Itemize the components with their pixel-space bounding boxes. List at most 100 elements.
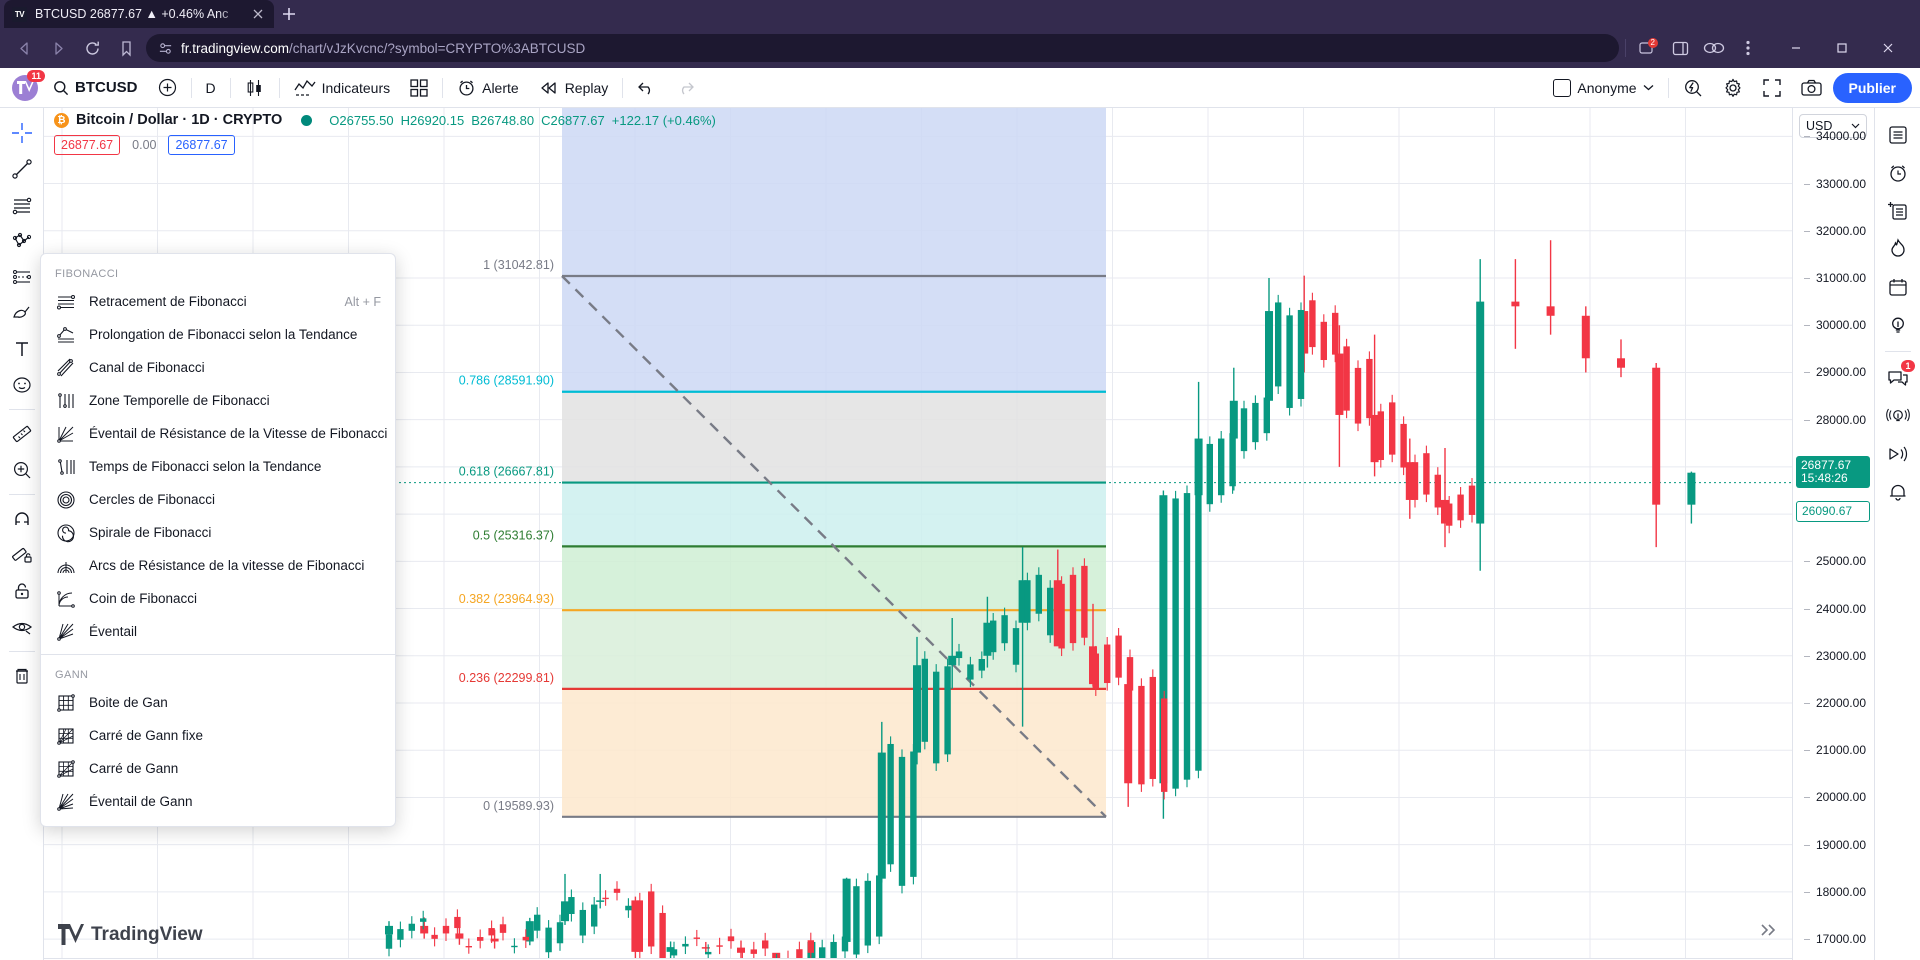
- price-pill-high[interactable]: 26877.67: [168, 135, 235, 155]
- grid-icon: [410, 78, 428, 97]
- menu-item-fib-circles[interactable]: Cercles de Fibonacci: [41, 483, 395, 516]
- minimize-button[interactable]: [1774, 33, 1818, 63]
- menu-item-fib-retracement[interactable]: Retracement de Fibonacci Alt + F: [41, 285, 395, 318]
- indicators-icon: [294, 78, 316, 98]
- alert-button[interactable]: Alerte: [448, 73, 528, 103]
- publish-button[interactable]: Publier: [1832, 72, 1912, 103]
- browser-menu-icon[interactable]: [1734, 34, 1762, 62]
- close-window-button[interactable]: [1866, 33, 1910, 63]
- address-bar[interactable]: fr.tradingview.com/chart/vJzKvcnc/?symbo…: [146, 34, 1619, 62]
- interval-button[interactable]: D: [197, 73, 225, 103]
- tradingview-logo-button[interactable]: 11: [8, 69, 45, 105]
- bookmark-sidebar-icon[interactable]: [112, 34, 140, 62]
- emoji-icon[interactable]: [5, 368, 39, 402]
- menu-item-fib-trend-extension[interactable]: Prolongation de Fibonacci selon la Tenda…: [41, 318, 395, 351]
- menu-item-fib-channel[interactable]: Canal de Fibonacci: [41, 351, 395, 384]
- measure-ruler-icon[interactable]: [5, 417, 39, 451]
- trend-line-icon[interactable]: [5, 152, 39, 186]
- ideas-stream-icon[interactable]: [1881, 399, 1915, 433]
- price-tick: 33000.00: [1803, 176, 1866, 191]
- sidebar-toggle-icon[interactable]: [1666, 34, 1694, 62]
- price-scale[interactable]: USD 34000.00 33000.00 32000.00 31000.00 3000…: [1792, 108, 1874, 960]
- last-price-time: 15:48:26: [1801, 470, 1848, 485]
- layout-selector-button[interactable]: Anonyme: [1544, 73, 1662, 103]
- undo-button[interactable]: [628, 73, 665, 103]
- menu-item-label: Spirale de Fibonacci: [89, 525, 212, 540]
- fibonacci-tools-menu[interactable]: FIBONACCI Retracement de Fibonacci Alt + F…: [40, 253, 396, 827]
- alerts-clock-icon[interactable]: [1881, 156, 1915, 190]
- quick-search-button[interactable]: [1674, 73, 1712, 103]
- menu-item-fib-trend-time[interactable]: Temps de Fibonacci selon la Tendance: [41, 450, 395, 483]
- new-tab-button[interactable]: [274, 0, 304, 28]
- gann-box-icon: [55, 692, 77, 714]
- hotlist-flame-icon[interactable]: [1881, 232, 1915, 266]
- menu-item-gann-fan[interactable]: Éventail de Gann: [41, 785, 395, 818]
- indicators-button[interactable]: Indicateurs: [285, 73, 399, 103]
- notifications-bell-icon[interactable]: [1881, 475, 1915, 509]
- browser-tab[interactable]: TV BTCUSD 26877.67 ▲ +0.46% Anc: [4, 0, 274, 28]
- reload-icon[interactable]: [78, 34, 106, 62]
- camera-icon: [1800, 79, 1822, 96]
- menu-item-fib-time-zone[interactable]: Zone Temporelle de Fibonacci: [41, 384, 395, 417]
- menu-item-gann-square-fixed[interactable]: Carré de Gann fixe: [41, 719, 395, 752]
- symbol-search-button[interactable]: BTCUSD: [44, 73, 147, 103]
- ideas-lamp-icon[interactable]: [1881, 308, 1915, 342]
- last-price-badge: 26877.67 15:48:26: [1796, 455, 1870, 488]
- last-price-value: 26877.67: [1801, 457, 1852, 472]
- maximize-button[interactable]: [1820, 33, 1864, 63]
- cross-cursor-icon[interactable]: [5, 116, 39, 150]
- calendar-icon[interactable]: [1881, 270, 1915, 304]
- data-window-icon[interactable]: [1881, 194, 1915, 228]
- zoom-in-icon[interactable]: [5, 453, 39, 487]
- redo-button[interactable]: [667, 73, 704, 103]
- menu-item-label: Retracement de Fibonacci: [89, 294, 247, 309]
- site-permissions-icon[interactable]: [158, 41, 173, 56]
- expand-pane-icon[interactable]: [1756, 917, 1782, 943]
- chat-icon[interactable]: 1: [1881, 360, 1915, 395]
- text-icon[interactable]: [5, 332, 39, 366]
- forward-icon[interactable]: [44, 34, 72, 62]
- menu-item-label: Coin de Fibonacci: [89, 591, 198, 606]
- tab-strip: TV BTCUSD 26877.67 ▲ +0.46% Anc: [0, 0, 1920, 28]
- menu-item-fib-wedge[interactable]: Coin de Fibonacci: [41, 582, 395, 615]
- menu-item-fib-speed-resistance-arcs[interactable]: Arcs de Résistance de la vitesse de Fibo…: [41, 549, 395, 582]
- drawing-mode-icon[interactable]: [5, 538, 39, 572]
- snapshot-button[interactable]: [1792, 73, 1831, 103]
- replay-button[interactable]: Replay: [530, 73, 618, 103]
- alert-label: Alerte: [482, 79, 519, 96]
- chart-settings-button[interactable]: [1714, 73, 1752, 103]
- pitchfan-icon: [55, 621, 77, 643]
- price-tick: 23000.00: [1803, 648, 1866, 663]
- url-text: fr.tradingview.com/chart/vJzKvcnc/?symbo…: [181, 41, 585, 56]
- watchlist-icon[interactable]: [1881, 118, 1915, 152]
- magnet-icon[interactable]: [5, 502, 39, 536]
- close-icon[interactable]: [250, 6, 266, 22]
- add-symbol-button[interactable]: [149, 73, 186, 103]
- broadcast-icon[interactable]: [1881, 437, 1915, 471]
- lock-icon[interactable]: [5, 574, 39, 608]
- pattern-icon[interactable]: [5, 224, 39, 258]
- menu-item-gann-box[interactable]: Boite de Gan: [41, 686, 395, 719]
- extension-icon[interactable]: 2: [1632, 34, 1660, 62]
- fullscreen-button[interactable]: [1754, 73, 1790, 103]
- divider: [8, 651, 35, 652]
- fib-wedge-icon: [55, 588, 77, 610]
- trash-icon[interactable]: [5, 659, 39, 693]
- templates-button[interactable]: [401, 73, 437, 103]
- profile-icon[interactable]: [1700, 34, 1728, 62]
- price-pill-low[interactable]: 26877.67: [54, 135, 121, 155]
- menu-item-fib-speed-resistance-fan[interactable]: Éventail de Résistance de la Vitesse de …: [41, 417, 395, 450]
- brush-icon[interactable]: [5, 296, 39, 330]
- chart-type-button[interactable]: [236, 73, 274, 103]
- prediction-icon[interactable]: [5, 260, 39, 294]
- plus-circle-icon: [158, 78, 177, 97]
- fib-retracement-icon[interactable]: [5, 188, 39, 222]
- browser-navigation-bar: fr.tradingview.com/chart/vJzKvcnc/?symbo…: [0, 28, 1920, 68]
- menu-item-label: Boite de Gan: [89, 695, 168, 710]
- back-icon[interactable]: [10, 34, 38, 62]
- menu-item-pitchfan[interactable]: Éventail: [41, 615, 395, 648]
- menu-item-fib-spiral[interactable]: Spirale de Fibonacci: [41, 516, 395, 549]
- hide-drawings-icon[interactable]: [5, 610, 39, 644]
- menu-item-gann-square[interactable]: Carré de Gann: [41, 752, 395, 785]
- menu-item-label: Temps de Fibonacci selon la Tendance: [89, 459, 322, 474]
